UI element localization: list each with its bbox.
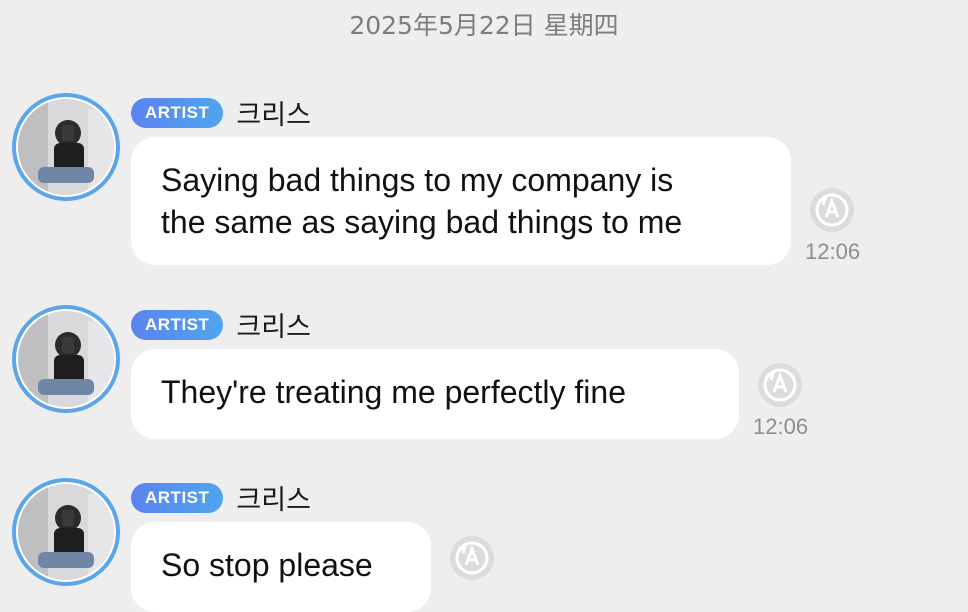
avatar-photo xyxy=(18,99,114,195)
sender-name: 크리스 xyxy=(236,312,311,343)
sender-name: 크리스 xyxy=(236,100,311,131)
message-text: Saying bad things to my company is the s… xyxy=(161,162,683,240)
avatar[interactable] xyxy=(12,93,120,201)
avatar-photo xyxy=(18,484,114,580)
message-bubble[interactable]: They're treating me perfectly fine xyxy=(131,349,739,439)
artist-badge: ARTIST xyxy=(131,97,224,128)
avatar[interactable] xyxy=(12,478,120,586)
sender-name: 크리스 xyxy=(236,485,311,516)
message-time: 12:06 xyxy=(753,414,809,439)
avatar[interactable] xyxy=(12,305,120,413)
message-time: 12:06 xyxy=(805,239,861,264)
sender-row: ARTIST 크리스 xyxy=(131,305,311,344)
date-header: 2025年5月22日 星期四 xyxy=(349,11,619,40)
avatar-photo xyxy=(18,311,114,407)
sender-row: ARTIST 크리스 xyxy=(131,93,311,132)
a-circle-icon[interactable] xyxy=(757,362,803,408)
message-text: They're treating me perfectly fine xyxy=(161,374,626,410)
sender-row: ARTIST 크리스 xyxy=(131,478,311,517)
message-bubble[interactable]: Saying bad things to my company is the s… xyxy=(131,137,791,265)
message-bubble[interactable]: So stop please xyxy=(131,522,431,612)
artist-badge: ARTIST xyxy=(131,482,224,513)
message-text: So stop please xyxy=(161,547,373,583)
artist-badge: ARTIST xyxy=(131,309,224,340)
a-circle-icon[interactable] xyxy=(809,187,855,233)
a-circle-icon[interactable] xyxy=(449,535,495,581)
